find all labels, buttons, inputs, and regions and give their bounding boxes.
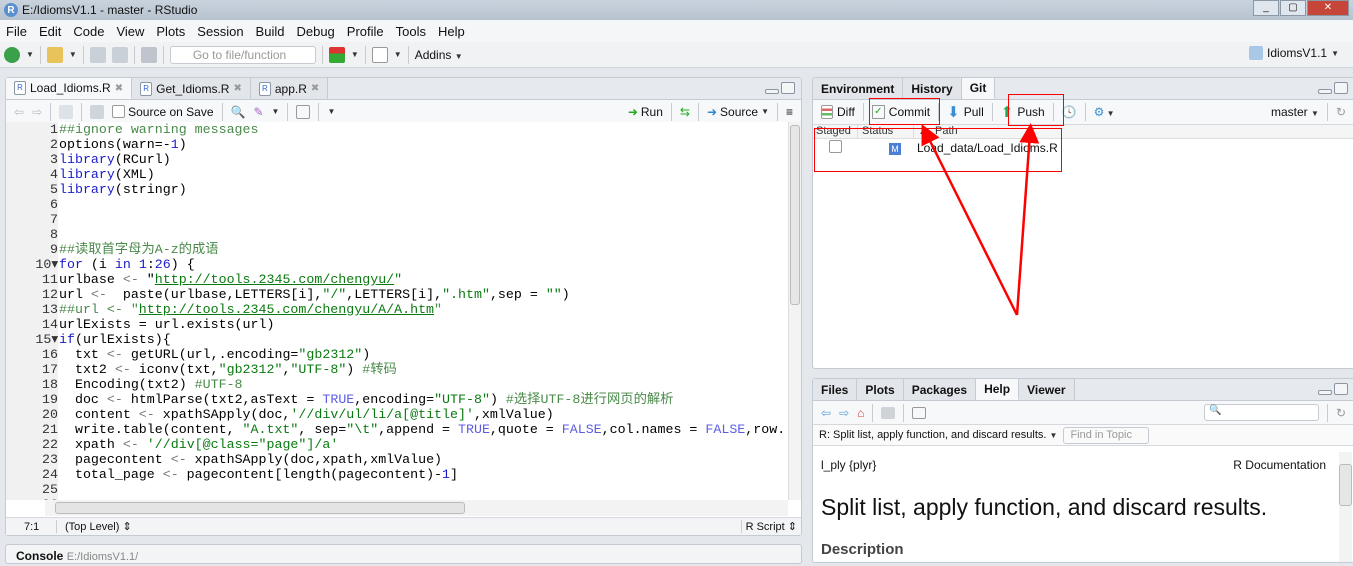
arrow-to-push [1015, 123, 1040, 316]
annotation-arrows [921, 123, 1040, 316]
arrow-to-commit [921, 124, 1019, 316]
